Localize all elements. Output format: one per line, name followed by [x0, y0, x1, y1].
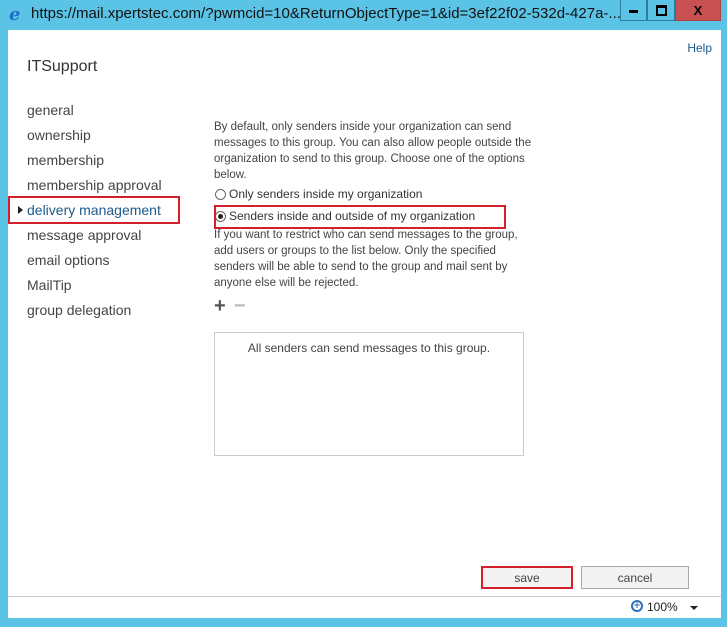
sidebar-item-membership[interactable]: membership	[8, 150, 162, 175]
empty-list-message: All senders can send messages to this gr…	[247, 341, 491, 355]
close-icon: X	[693, 2, 703, 18]
chevron-down-icon[interactable]	[690, 606, 698, 610]
page-title: ITSupport	[27, 58, 98, 75]
highlight-box-radio	[214, 205, 506, 229]
allowed-senders-list[interactable]: All senders can send messages to this gr…	[214, 332, 524, 456]
save-button[interactable]: save	[481, 566, 573, 589]
sidebar-item-message-approval[interactable]: message approval	[8, 225, 162, 250]
sender-list-toolbar: + −	[214, 296, 534, 316]
minimize-icon	[629, 10, 638, 13]
radio-button[interactable]	[215, 188, 226, 200]
status-bar: + 100%	[8, 596, 721, 618]
sidebar-item-label: ownership	[27, 127, 91, 143]
radio-inside-only[interactable]: Only senders inside my organization	[214, 183, 534, 205]
sidebar-item-label: membership approval	[27, 177, 162, 193]
dialog-content: Help ITSupport general ownership members…	[8, 30, 721, 596]
zoom-level[interactable]: 100%	[647, 600, 678, 614]
sidebar-item-label: MailTip	[27, 277, 72, 293]
sidebar-item-label: general	[27, 102, 74, 118]
remove-icon[interactable]: −	[234, 296, 246, 316]
ie-icon: e	[9, 4, 21, 25]
sidebar-item-mailtip[interactable]: MailTip	[8, 275, 162, 300]
window-titlebar: e https://mail.xpertstec.com/?pwmcid=10&…	[0, 0, 727, 30]
zoom-icon[interactable]: +	[631, 600, 643, 612]
sidebar-item-label: group delegation	[27, 302, 132, 318]
cancel-button[interactable]: cancel	[581, 566, 689, 589]
maximize-button[interactable]	[647, 0, 675, 21]
sidebar-item-general[interactable]: general	[8, 100, 162, 125]
help-link[interactable]: Help	[687, 41, 712, 55]
radio-label: Only senders inside my organization	[229, 187, 423, 201]
sidebar-item-label: email options	[27, 252, 110, 268]
sidebar-item-label: message approval	[27, 227, 142, 243]
close-button[interactable]: X	[675, 0, 721, 21]
window-title: https://mail.xpertstec.com/?pwmcid=10&Re…	[31, 5, 621, 22]
sidebar-item-label: membership	[27, 152, 105, 168]
sidebar-item-ownership[interactable]: ownership	[8, 125, 162, 150]
restrict-text: If you want to restrict who can send mes…	[214, 229, 518, 289]
add-icon[interactable]: +	[214, 296, 226, 316]
minimize-button[interactable]	[620, 0, 647, 21]
highlight-box-nav	[8, 196, 180, 224]
intro-text: By default, only senders inside your org…	[214, 121, 532, 181]
sidebar-item-email-options[interactable]: email options	[8, 250, 162, 275]
sidebar-item-group-delegation[interactable]: group delegation	[8, 300, 162, 325]
maximize-icon	[655, 4, 667, 16]
